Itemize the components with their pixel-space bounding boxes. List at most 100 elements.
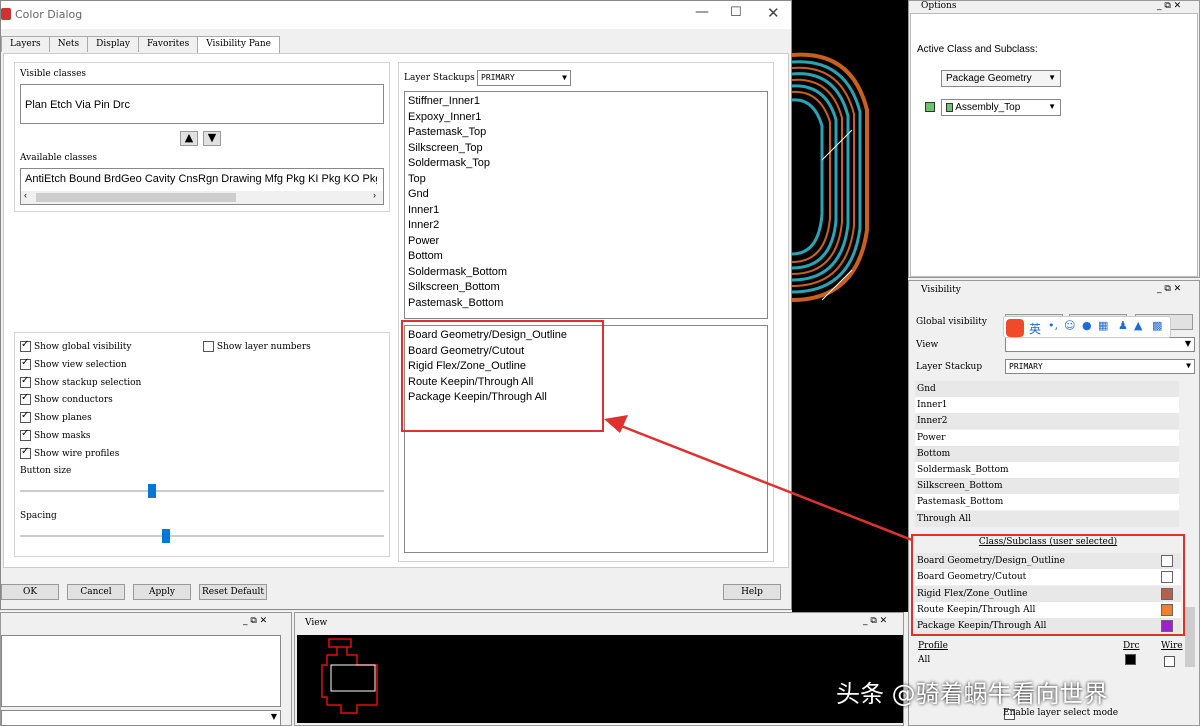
layer-stackup-select[interactable]: PRIMARY ▼	[1005, 359, 1195, 374]
layer-stackup-select[interactable]: PRIMARY ▼	[477, 70, 571, 86]
scroll-left-icon[interactable]: ‹	[24, 190, 27, 200]
microphone-icon[interactable]: ●	[1082, 319, 1092, 332]
display-option[interactable]: Show conductors	[20, 392, 113, 406]
scroll-right-icon[interactable]: ›	[373, 190, 376, 200]
dialog-title: Color Dialog	[15, 8, 83, 21]
ime-language[interactable]: 英	[1029, 320, 1041, 337]
keyboard-icon[interactable]: ▦	[1098, 319, 1108, 332]
layer-list-item[interactable]: Soldermask_Bottom	[405, 265, 767, 281]
layers-group: Layer Stackups PRIMARY ▼ Stiffner_Inner1…	[398, 62, 774, 562]
visibility-row-label: Inner1	[917, 400, 948, 411]
option-checkbox[interactable]	[20, 446, 31, 459]
punctuation-icon[interactable]: •,	[1048, 319, 1058, 332]
option-checkbox[interactable]	[20, 339, 31, 352]
display-option[interactable]: Show masks	[20, 428, 91, 441]
scroll-thumb[interactable]	[36, 193, 236, 202]
layer-list-item[interactable]: Silkscreen_Bottom	[405, 280, 767, 296]
options-panel: Options _ ⧉ ✕ Active Class and Subclass:…	[908, 0, 1200, 278]
option-checkbox[interactable]	[20, 428, 31, 441]
display-option[interactable]: Show planes	[20, 410, 92, 424]
apply-button[interactable]: Apply	[133, 584, 191, 600]
options-title: Options	[921, 1, 957, 11]
visibility-row-label: Power	[917, 432, 946, 443]
visibility-row-label: Pastemask_Bottom	[917, 497, 1004, 508]
visible-classes-list[interactable]: Plan Etch Via Pin Drc	[20, 84, 384, 124]
world-view[interactable]	[297, 635, 903, 723]
option-checkbox[interactable]	[20, 357, 31, 370]
visibility-row: Power	[915, 429, 1179, 446]
display-option[interactable]: Show view selection	[20, 357, 127, 370]
drc-all-swatch[interactable]	[1125, 654, 1136, 665]
view-select[interactable]: ▼	[1005, 337, 1195, 352]
scroll-thumb[interactable]	[1185, 607, 1195, 667]
skin-icon[interactable]: ▲	[1134, 319, 1142, 332]
layer-list-item[interactable]: Pastemask_Top	[405, 125, 767, 141]
layer-list-item[interactable]: Silkscreen_Top	[405, 141, 767, 157]
command-input[interactable]: ▼	[1, 710, 281, 726]
layers-list[interactable]: Stiffner_Inner1 Expoxy_Inner1 Pastemask_To…	[404, 91, 768, 319]
layer-list-item[interactable]: Stiffner_Inner1	[405, 94, 767, 110]
vertical-scrollbar[interactable]	[1183, 381, 1197, 701]
layer-list-item[interactable]: Power	[405, 234, 767, 250]
emoji-icon[interactable]: ☺	[1064, 319, 1075, 332]
layer-list-item[interactable]: Bottom	[405, 249, 767, 265]
help-button[interactable]: Help	[723, 584, 781, 600]
panel-controls[interactable]: _ ⧉ ✕	[1157, 1, 1181, 11]
show-layer-numbers-option[interactable]: Show layer numbers	[203, 341, 311, 352]
reset-default-button[interactable]: Reset Default	[199, 584, 267, 600]
spacing-slider[interactable]	[20, 526, 384, 546]
button-size-label: Button size	[20, 466, 72, 476]
option-checkbox[interactable]	[20, 410, 31, 424]
panel-controls[interactable]: _ ⧉ ✕	[863, 616, 887, 626]
panel-controls[interactable]: _ ⧉ ✕	[1157, 284, 1181, 294]
subclass-select[interactable]: Assembly_Top ▼	[941, 99, 1061, 116]
tab-layers[interactable]: Layers	[1, 36, 50, 52]
wire-all-checkbox[interactable]	[1164, 655, 1175, 667]
button-size-slider[interactable]	[20, 481, 384, 501]
close-icon[interactable]: ✕	[767, 4, 780, 22]
display-option[interactable]: Show wire profiles	[20, 446, 119, 459]
minimize-icon[interactable]: —	[695, 4, 709, 20]
option-checkbox[interactable]	[20, 375, 31, 388]
spacing-thumb[interactable]	[162, 529, 171, 543]
layer-list-item[interactable]: Pastemask_Bottom	[405, 296, 767, 312]
option-checkbox[interactable]	[20, 392, 31, 406]
chevron-down-icon: ▼	[1186, 361, 1191, 370]
button-size-thumb[interactable]	[148, 484, 157, 498]
tab-nets[interactable]: Nets	[48, 36, 89, 52]
toolbox-icon[interactable]: ▩	[1152, 319, 1162, 332]
all-label: All	[918, 655, 931, 665]
layer-list-item[interactable]: Gnd	[405, 187, 767, 203]
cancel-button[interactable]: Cancel	[67, 584, 125, 600]
move-up-button[interactable]: ▲	[180, 131, 198, 146]
visibility-row: Inner1	[915, 397, 1179, 414]
tab-favorites[interactable]: Favorites	[137, 36, 199, 52]
tab-visibility-pane[interactable]: Visibility Pane	[197, 36, 281, 54]
maximize-icon[interactable]: ☐	[730, 5, 742, 20]
visibility-row: Bottom	[915, 445, 1179, 462]
move-down-button[interactable]: ▼	[203, 131, 221, 146]
show-layer-numbers-label: Show layer numbers	[216, 342, 311, 352]
layer-list-item[interactable]: Inner1	[405, 203, 767, 219]
arrow-down-icon: ▼	[207, 131, 217, 144]
layer-list-item[interactable]: Top	[405, 172, 767, 188]
display-option[interactable]: Show global visibility	[20, 339, 131, 352]
horizontal-scrollbar[interactable]: ‹ ›	[21, 190, 383, 204]
panel-controls[interactable]: _ ⧉ ✕	[243, 616, 267, 626]
layer-list-item[interactable]: Soldermask_Top	[405, 156, 767, 172]
tab-display[interactable]: Display	[87, 36, 139, 52]
layer-list-item[interactable]: Inner2	[405, 218, 767, 234]
pcb-canvas[interactable]	[792, 0, 908, 612]
available-classes-list[interactable]: AntiEtch Bound BrdGeo Cavity CnsRgn Draw…	[20, 168, 384, 205]
layer-list-item[interactable]: Expoxy_Inner1	[405, 110, 767, 126]
show-layer-numbers-checkbox[interactable]	[203, 341, 214, 352]
visibility-row-label: Bottom	[917, 448, 951, 459]
pcb-board-artwork	[792, 52, 869, 302]
class-select[interactable]: Package Geometry ▼	[941, 70, 1061, 87]
visibility-row: Soldermask_Bottom	[915, 462, 1179, 478]
display-option[interactable]: Show stackup selection	[20, 375, 141, 388]
visibility-row: Inner2	[915, 413, 1179, 430]
ok-button[interactable]: OK	[1, 584, 59, 600]
subclass-color-swatch[interactable]	[925, 102, 935, 112]
user-icon[interactable]: ♟	[1118, 319, 1128, 332]
